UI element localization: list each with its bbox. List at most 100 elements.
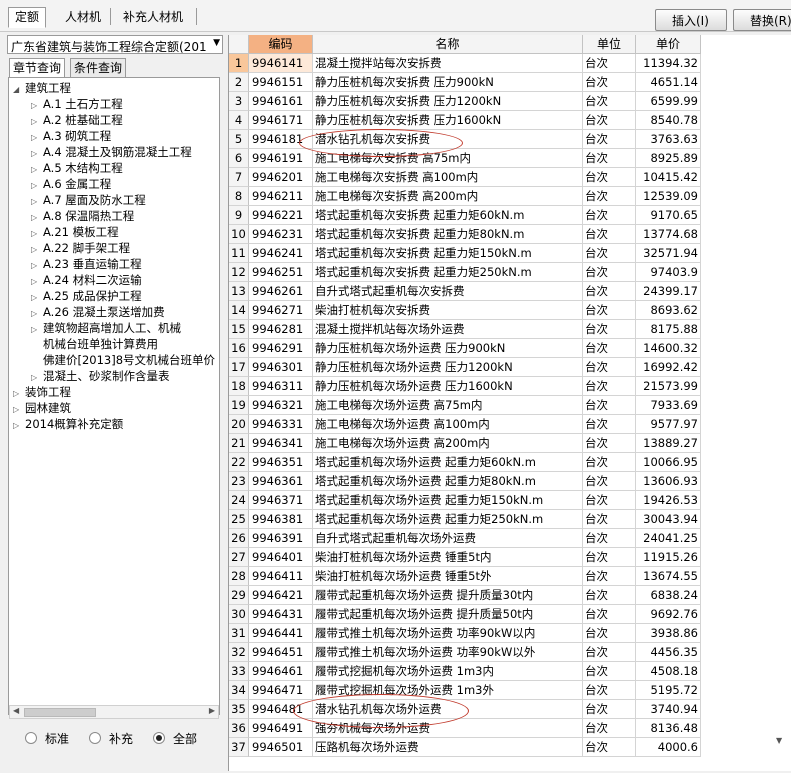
table-row[interactable]: 33 9946461 履带式挖掘机每次场外运费 1m3内 台次 4508.18: [229, 662, 791, 681]
tree-node[interactable]: ▷ A.7 屋面及防水工程: [31, 192, 146, 208]
row-number[interactable]: 19: [229, 396, 249, 415]
cell-name[interactable]: 履带式起重机每次场外运费 提升质量30t内: [313, 586, 583, 605]
row-number[interactable]: 10: [229, 225, 249, 244]
tree-horizontal-scrollbar[interactable]: ◀ ▶: [9, 705, 219, 719]
cell-name[interactable]: 自升式塔式起重机每次场外运费: [313, 529, 583, 548]
tree-node[interactable]: ▷ A.4 混凝土及钢筋混凝土工程: [31, 144, 192, 160]
row-number[interactable]: 33: [229, 662, 249, 681]
cell-price[interactable]: 4456.35: [636, 643, 701, 662]
row-number[interactable]: 13: [229, 282, 249, 301]
cell-unit[interactable]: 台次: [583, 643, 636, 662]
cell-unit[interactable]: 台次: [583, 358, 636, 377]
scrollbar-thumb[interactable]: [24, 708, 96, 717]
cell-unit[interactable]: 台次: [583, 206, 636, 225]
cell-name[interactable]: 静力压桩机每次安拆费 压力1200kN: [313, 92, 583, 111]
cell-name[interactable]: 静力压桩机每次场外运费 压力900kN: [313, 339, 583, 358]
cell-name[interactable]: 塔式起重机每次安拆费 起重力矩150kN.m: [313, 244, 583, 263]
cell-price[interactable]: 6838.24: [636, 586, 701, 605]
row-number[interactable]: 23: [229, 472, 249, 491]
table-row[interactable]: 34 9946471 履带式挖掘机每次场外运费 1m3外 台次 5195.72: [229, 681, 791, 700]
row-number[interactable]: 29: [229, 586, 249, 605]
cell-unit[interactable]: 台次: [583, 73, 636, 92]
cell-price[interactable]: 13674.55: [636, 567, 701, 586]
cell-code[interactable]: 9946211: [249, 187, 313, 206]
cell-name[interactable]: 施工电梯每次场外运费 高100m内: [313, 415, 583, 434]
cell-code[interactable]: 9946421: [249, 586, 313, 605]
cell-unit[interactable]: 台次: [583, 510, 636, 529]
expanded-triangle-icon[interactable]: ◢: [13, 82, 25, 98]
cell-unit[interactable]: 台次: [583, 111, 636, 130]
cell-price[interactable]: 8540.78: [636, 111, 701, 130]
cell-code[interactable]: 9946251: [249, 263, 313, 282]
table-row[interactable]: 25 9946381 塔式起重机每次场外运费 起重力矩250kN.m 台次 30043.…: [229, 510, 791, 529]
row-number[interactable]: 37: [229, 738, 249, 757]
tree-node[interactable]: ▷ A.1 土石方工程: [31, 96, 123, 112]
tree-node[interactable]: ▷ A.25 成品保护工程: [31, 288, 142, 304]
tree-node[interactable]: ▷ A.3 砌筑工程: [31, 128, 111, 144]
cell-unit[interactable]: 台次: [583, 54, 636, 73]
column-header-name[interactable]: 名称: [313, 35, 583, 54]
cell-code[interactable]: 9946491: [249, 719, 313, 738]
tree-node[interactable]: ▷ A.24 材料二次运输: [31, 272, 142, 288]
cell-name[interactable]: 履带式挖掘机每次场外运费 1m3内: [313, 662, 583, 681]
row-number[interactable]: 25: [229, 510, 249, 529]
cell-price[interactable]: 9692.76: [636, 605, 701, 624]
table-row[interactable]: 29 9946421 履带式起重机每次场外运费 提升质量30t内 台次 6838.24: [229, 586, 791, 605]
cell-name[interactable]: 混凝土搅拌机站每次场外运费: [313, 320, 583, 339]
cell-name[interactable]: 压路机每次场外运费: [313, 738, 583, 757]
cell-code[interactable]: 9946401: [249, 548, 313, 567]
cell-price[interactable]: 32571.94: [636, 244, 701, 263]
cell-code[interactable]: 9946221: [249, 206, 313, 225]
cell-name[interactable]: 静力压桩机每次场外运费 压力1200kN: [313, 358, 583, 377]
cell-unit[interactable]: 台次: [583, 377, 636, 396]
row-number[interactable]: 7: [229, 168, 249, 187]
cell-name[interactable]: 混凝土搅拌站每次安拆费: [313, 54, 583, 73]
cell-name[interactable]: 柴油打桩机每次场外运费 锤重5t内: [313, 548, 583, 567]
cell-price[interactable]: 13774.68: [636, 225, 701, 244]
cell-name[interactable]: 塔式起重机每次场外运费 起重力矩80kN.m: [313, 472, 583, 491]
row-number[interactable]: 4: [229, 111, 249, 130]
row-number[interactable]: 8: [229, 187, 249, 206]
row-number[interactable]: 16: [229, 339, 249, 358]
cell-code[interactable]: 9946191: [249, 149, 313, 168]
cell-name[interactable]: 柴油打桩机每次安拆费: [313, 301, 583, 320]
row-number[interactable]: 14: [229, 301, 249, 320]
cell-name[interactable]: 柴油打桩机每次场外运费 锤重5t外: [313, 567, 583, 586]
cell-unit[interactable]: 台次: [583, 662, 636, 681]
row-number[interactable]: 24: [229, 491, 249, 510]
cell-code[interactable]: 9946241: [249, 244, 313, 263]
tree-node[interactable]: ▷ A.22 脚手架工程: [31, 240, 130, 256]
cell-unit[interactable]: 台次: [583, 263, 636, 282]
cell-price[interactable]: 3938.86: [636, 624, 701, 643]
cell-name[interactable]: 施工电梯每次场外运费 高200m内: [313, 434, 583, 453]
table-row[interactable]: 2 9946151 静力压桩机每次安拆费 压力900kN 台次 4651.14: [229, 73, 791, 92]
cell-price[interactable]: 3763.63: [636, 130, 701, 149]
table-row[interactable]: 30 9946431 履带式起重机每次场外运费 提升质量50t内 台次 9692.76: [229, 605, 791, 624]
row-number[interactable]: 3: [229, 92, 249, 111]
cell-price[interactable]: 10415.42: [636, 168, 701, 187]
cell-name[interactable]: 塔式起重机每次场外运费 起重力矩60kN.m: [313, 453, 583, 472]
cell-unit[interactable]: 台次: [583, 339, 636, 358]
table-row[interactable]: 32 9946451 履带式推土机每次场外运费 功率90kW以外 台次 4456.35: [229, 643, 791, 662]
cell-price[interactable]: 14600.32: [636, 339, 701, 358]
cell-code[interactable]: 9946461: [249, 662, 313, 681]
cell-price[interactable]: 10066.95: [636, 453, 701, 472]
cell-code[interactable]: 9946351: [249, 453, 313, 472]
cell-code[interactable]: 9946301: [249, 358, 313, 377]
cell-code[interactable]: 9946151: [249, 73, 313, 92]
cell-price[interactable]: 4508.18: [636, 662, 701, 681]
row-number[interactable]: 34: [229, 681, 249, 700]
cell-unit[interactable]: 台次: [583, 548, 636, 567]
cell-price[interactable]: 12539.09: [636, 187, 701, 206]
table-row[interactable]: 27 9946401 柴油打桩机每次场外运费 锤重5t内 台次 11915.26: [229, 548, 791, 567]
cell-code[interactable]: 9946381: [249, 510, 313, 529]
cell-code[interactable]: 9946231: [249, 225, 313, 244]
cell-code[interactable]: 9946291: [249, 339, 313, 358]
table-row[interactable]: 15 9946281 混凝土搅拌机站每次场外运费 台次 8175.88: [229, 320, 791, 339]
tree-node[interactable]: ▷ A.6 金属工程: [31, 176, 111, 192]
insert-button[interactable]: 插入(I): [655, 9, 727, 31]
table-row[interactable]: 31 9946441 履带式推土机每次场外运费 功率90kW以内 台次 3938.86: [229, 624, 791, 643]
cell-price[interactable]: 9170.65: [636, 206, 701, 225]
cell-unit[interactable]: 台次: [583, 225, 636, 244]
cell-name[interactable]: 静力压桩机每次场外运费 压力1600kN: [313, 377, 583, 396]
